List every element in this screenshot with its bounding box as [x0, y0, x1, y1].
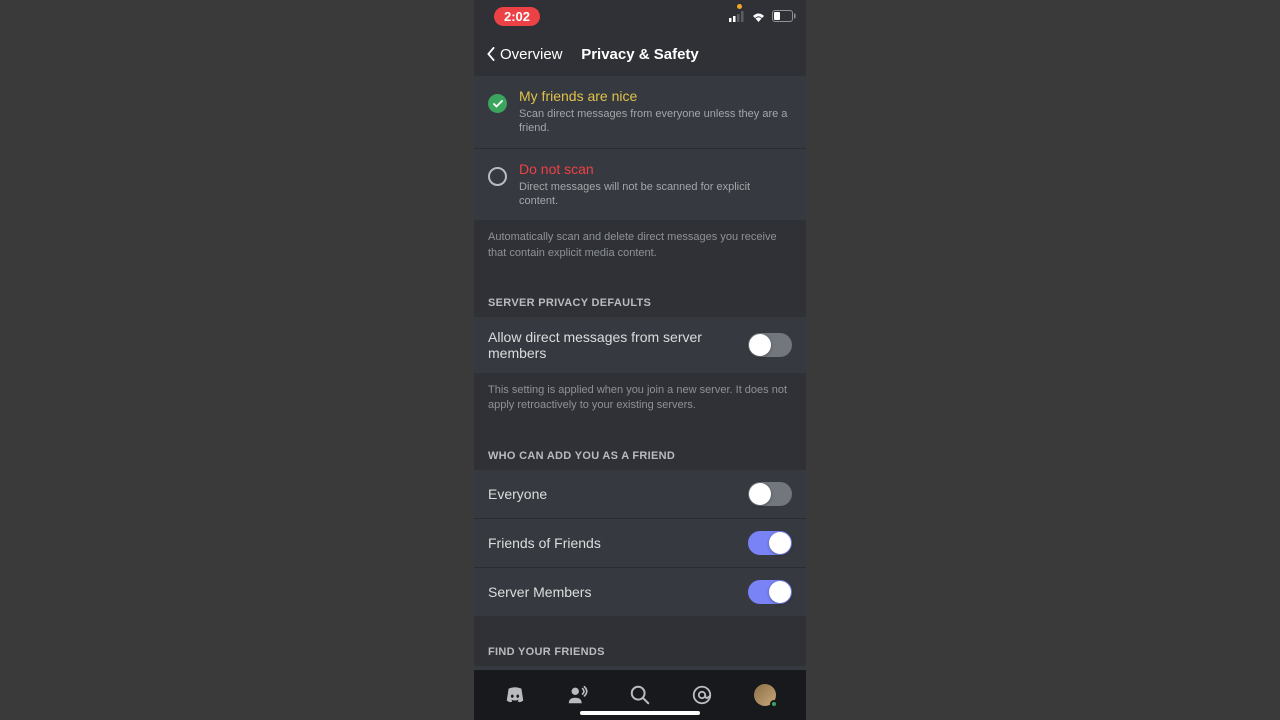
toggle-switch[interactable] — [748, 333, 792, 357]
toggle-friends-of-friends[interactable]: Friends of Friends — [474, 519, 806, 568]
cellular-signal-icon — [729, 11, 745, 22]
scan-option-friends-nice[interactable]: My friends are nice Scan direct messages… — [474, 76, 806, 149]
scan-option-do-not-scan[interactable]: Do not scan Direct messages will not be … — [474, 149, 806, 221]
recording-time-pill[interactable]: 2:02 — [494, 7, 540, 26]
toggle-label: Server Members — [488, 584, 591, 600]
scroll-content[interactable]: My friends are nice Scan direct messages… — [474, 76, 806, 670]
option-desc: Scan direct messages from everyone unles… — [519, 107, 792, 136]
person-wave-icon — [567, 684, 589, 706]
checkmark-icon — [493, 100, 503, 108]
toggle-switch[interactable] — [748, 580, 792, 604]
option-title: Do not scan — [519, 161, 792, 177]
toggle-label: Friends of Friends — [488, 535, 601, 551]
at-sign-icon — [691, 684, 713, 706]
toggle-allow-dm[interactable]: Allow direct messages from server member… — [474, 317, 806, 373]
toggle-switch[interactable] — [748, 482, 792, 506]
home-indicator[interactable] — [580, 711, 700, 715]
tab-friends[interactable] — [566, 683, 590, 707]
battery-icon — [772, 10, 796, 22]
radio-unselected-icon — [488, 167, 507, 186]
tab-home[interactable] — [503, 683, 527, 707]
toggle-label: Allow direct messages from server member… — [488, 329, 748, 361]
presence-online-icon — [770, 700, 778, 708]
chevron-left-icon — [484, 47, 498, 61]
toggle-label: Everyone — [488, 486, 547, 502]
toggle-switch[interactable] — [748, 531, 792, 555]
phone-frame: 2:02 Overview Privacy & Safety — [474, 0, 806, 720]
tab-profile[interactable] — [753, 683, 777, 707]
status-icons — [729, 10, 796, 22]
wifi-icon — [751, 11, 766, 22]
status-bar: 2:02 — [474, 0, 806, 32]
toggle-everyone[interactable]: Everyone — [474, 470, 806, 519]
option-title: My friends are nice — [519, 88, 792, 104]
radio-selected-icon — [488, 94, 507, 113]
tab-mentions[interactable] — [690, 683, 714, 707]
section-header: WHO CAN ADD YOU AS A FRIEND — [474, 432, 806, 470]
toggle-server-members[interactable]: Server Members — [474, 568, 806, 616]
discord-logo-icon — [504, 684, 526, 706]
nav-header: Overview Privacy & Safety — [474, 32, 806, 76]
section-footer: This setting is applied when you join a … — [474, 373, 806, 432]
section-footer: Automatically scan and delete direct mes… — [474, 220, 806, 279]
option-desc: Direct messages will not be scanned for … — [519, 180, 792, 209]
search-icon — [629, 684, 651, 706]
privacy-indicator-dot — [737, 4, 742, 9]
section-header: SERVER PRIVACY DEFAULTS — [474, 279, 806, 317]
section-header: FIND YOUR FRIENDS — [474, 616, 806, 666]
avatar — [754, 684, 776, 706]
back-label: Overview — [500, 46, 563, 63]
tab-search[interactable] — [628, 683, 652, 707]
back-button[interactable]: Overview — [484, 46, 563, 63]
